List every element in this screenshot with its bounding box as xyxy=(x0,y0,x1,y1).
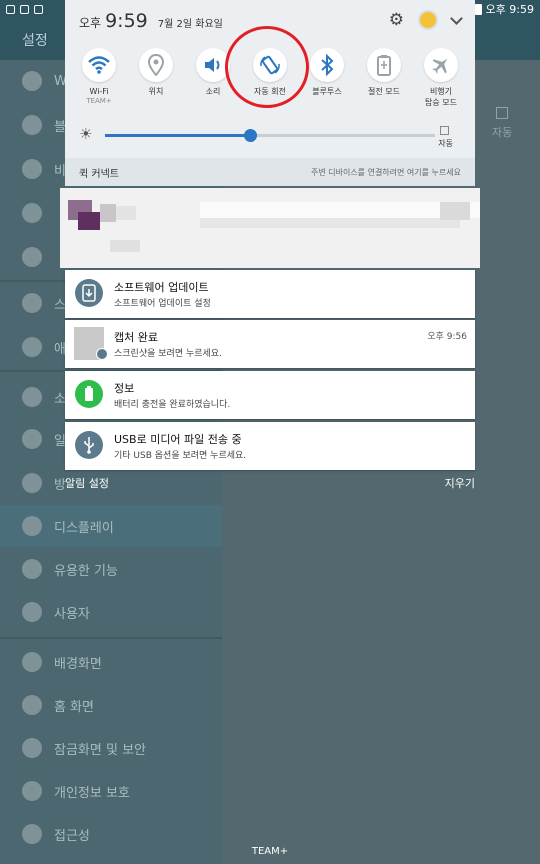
auto-brightness-label: 자동 xyxy=(438,139,453,148)
gear-icon[interactable]: ⚙ xyxy=(389,10,404,30)
privacy-icon xyxy=(22,781,42,801)
carrier-label: TEAM+ xyxy=(251,846,289,857)
usb-icon xyxy=(75,431,103,459)
wifi-icon xyxy=(82,48,116,82)
more-networks-icon xyxy=(22,247,42,267)
divider xyxy=(0,637,222,639)
auto-checkbox-bg xyxy=(496,107,508,119)
airplane-icon xyxy=(424,48,458,82)
status-time: 오후 9:59 xyxy=(485,3,534,16)
settings-item-users[interactable]: 사용자 xyxy=(0,591,222,633)
sound-icon xyxy=(22,387,42,407)
do-not-disturb-icon xyxy=(22,473,42,493)
quick-connect-hint: 주변 디바이스를 연결하려면 여기를 누르세요 xyxy=(310,167,461,177)
brightness-slider[interactable] xyxy=(105,129,435,142)
home-screen-icon xyxy=(22,695,42,715)
quick-connect-title: 퀵 커넥트 xyxy=(79,168,119,180)
notification-title: USB로 미디어 파일 전송 중 xyxy=(114,433,242,446)
clear-all-button[interactable]: 지우기 xyxy=(445,475,475,491)
notification-software-update[interactable]: 소프트웨어 업데이트 소프트웨어 업데이트 설정 xyxy=(65,270,475,318)
quick-toggle-label: 소리 xyxy=(205,87,221,96)
wifi-icon xyxy=(22,71,42,91)
clock-date: 오후 9:59 7월 2일 화요일 xyxy=(79,10,223,32)
auto-brightness-checkbox[interactable] xyxy=(440,126,449,135)
quick-toggle-label: 위치 xyxy=(148,87,164,96)
brightness-row: ☀ 자동 xyxy=(79,124,463,148)
gallery-badge-icon xyxy=(96,348,108,360)
notification-footer: 알림 설정 지우기 xyxy=(65,472,475,492)
notification-subtitle: 기타 USB 옵션을 보려면 누르세요. xyxy=(114,451,247,461)
brightness-icon: ☀ xyxy=(79,125,93,143)
software-update-icon xyxy=(75,279,103,307)
settings-title: 설정 xyxy=(22,33,48,49)
notifications-icon xyxy=(22,429,42,449)
users-icon xyxy=(22,602,42,622)
notification-time: 오후 9:56 xyxy=(427,332,467,342)
avatar[interactable] xyxy=(418,10,438,30)
battery-icon xyxy=(474,3,482,15)
notification-icon xyxy=(6,4,15,14)
location-icon xyxy=(139,48,173,82)
quick-toggle-label: Wi-Fi xyxy=(89,87,109,96)
quick-toggle-wifi[interactable]: Wi-Fi TEAM+ xyxy=(71,48,127,108)
pixelated-notification xyxy=(60,188,480,268)
settings-item-advanced[interactable]: 유용한 기능 xyxy=(0,548,222,590)
airplane-icon xyxy=(22,159,42,179)
quick-toggle-label: 블루투스 xyxy=(312,87,342,96)
notification-title: 소프트웨어 업데이트 xyxy=(114,281,209,294)
settings-item-privacy[interactable]: 개인정보 보호 xyxy=(0,770,222,812)
quick-toggle-location[interactable]: 위치 xyxy=(128,48,184,108)
settings-item-display[interactable]: 디스플레이 xyxy=(0,505,222,547)
display-icon xyxy=(22,516,42,536)
notification-usb[interactable]: USB로 미디어 파일 전송 중 기타 USB 옵션을 보려면 누르세요. xyxy=(65,422,475,470)
clock-time: 9:59 xyxy=(105,10,148,32)
chevron-down-icon[interactable] xyxy=(450,11,463,25)
clock-ampm: 오후 xyxy=(79,16,102,30)
battery-full-icon xyxy=(75,380,103,408)
quick-toggle-power-saving[interactable]: 절전 모드 xyxy=(356,48,412,108)
quick-toggle-label: 비행기 탑승 모드 xyxy=(425,87,457,107)
quick-connect-bar[interactable]: 퀵 커넥트 주변 디바이스를 연결하려면 여기를 누르세요 xyxy=(65,158,475,186)
brightness-fill xyxy=(105,134,251,137)
notification-title: 캡처 완료 xyxy=(114,331,158,344)
settings-item-home-screen[interactable]: 홈 화면 xyxy=(0,684,222,726)
highlight-circle xyxy=(225,26,309,108)
bluetooth-icon xyxy=(22,115,42,135)
notification-settings-button[interactable]: 알림 설정 xyxy=(65,475,109,491)
power-saving-icon xyxy=(367,48,401,82)
lock-icon xyxy=(22,738,42,758)
notification-subtitle: 스크린샷을 보려면 누르세요. xyxy=(114,349,222,359)
notification-screenshot[interactable]: 캡처 완료 스크린샷을 보려면 누르세요. 오후 9:56 xyxy=(65,320,475,368)
brightness-thumb[interactable] xyxy=(244,129,258,142)
wifi-network-name: TEAM+ xyxy=(86,97,112,105)
auto-label-bg: 자동 xyxy=(492,126,513,139)
quick-toggle-airplane[interactable]: 비행기 탑승 모드 xyxy=(413,48,469,108)
apps-icon xyxy=(22,337,42,357)
bluetooth-icon xyxy=(310,48,344,82)
accessibility-icon xyxy=(22,824,42,844)
notification-title: 정보 xyxy=(114,382,135,395)
quick-toggle-label: 절전 모드 xyxy=(368,87,400,96)
notification-subtitle: 소프트웨어 업데이트 설정 xyxy=(114,299,211,309)
notification-subtitle: 배터리 충전을 완료하였습니다. xyxy=(114,400,231,410)
notification-shade: 오후 9:59 7월 2일 화요일 ⚙ Wi-Fi TEAM+ 위치 소리 자동… xyxy=(65,0,475,158)
data-usage-icon xyxy=(22,203,42,223)
notification-icon xyxy=(20,4,29,14)
settings-item-wallpaper[interactable]: 배경화면 xyxy=(0,641,222,683)
image-notification-icon xyxy=(34,4,43,14)
wallpaper-icon xyxy=(22,652,42,672)
settings-item-lock-screen[interactable]: 잠금화면 및 보안 xyxy=(0,727,222,769)
date-label: 7월 2일 화요일 xyxy=(157,19,223,30)
notification-battery-info[interactable]: 정보 배터리 충전을 완료하였습니다. xyxy=(65,371,475,419)
advanced-features-icon xyxy=(22,559,42,579)
smart-manager-icon xyxy=(22,293,42,313)
